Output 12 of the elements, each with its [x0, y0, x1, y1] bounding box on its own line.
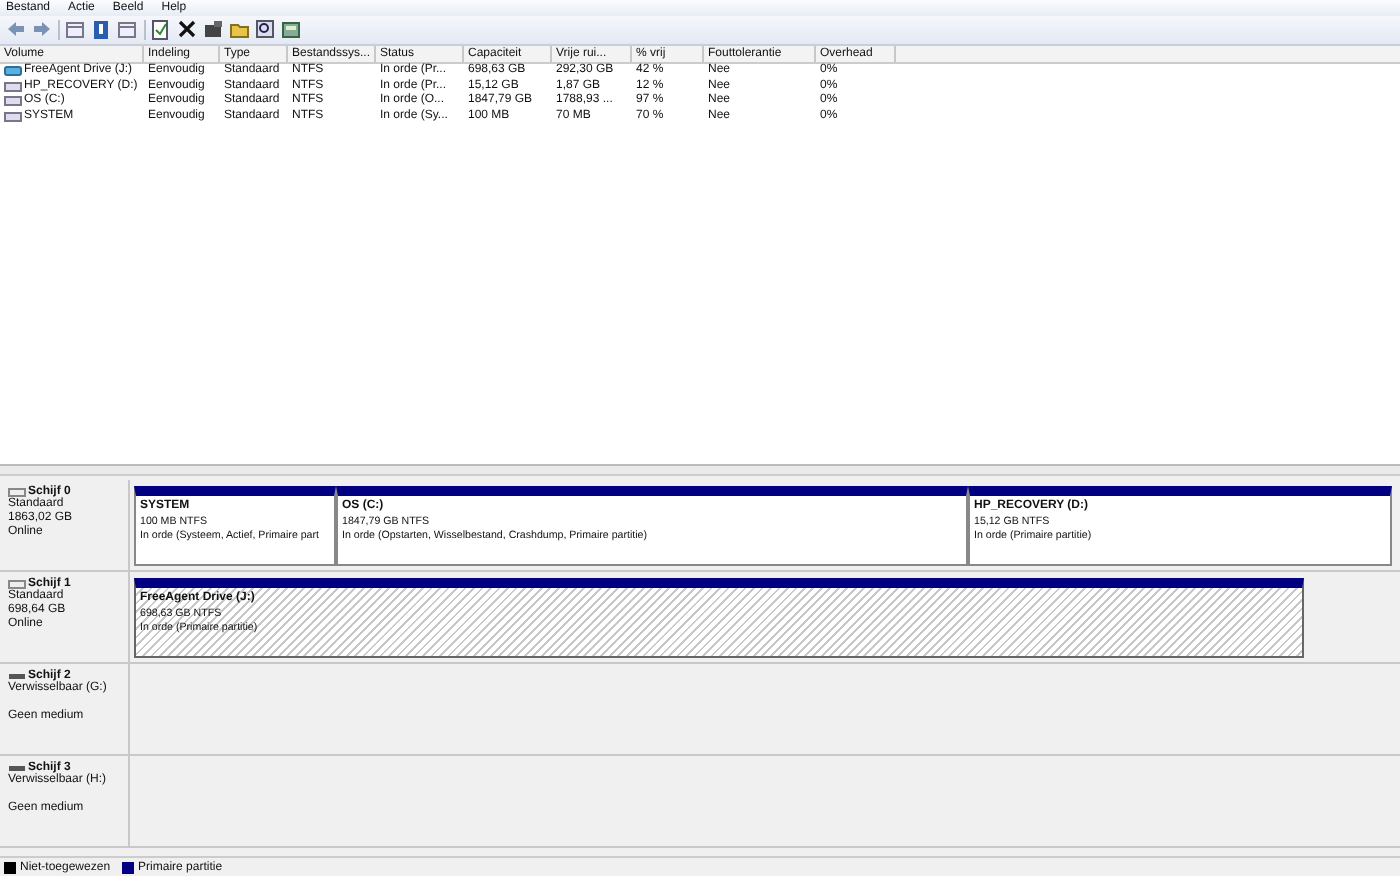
removable-drive-icon: [8, 763, 26, 773]
delete-icon[interactable]: [178, 20, 198, 40]
check-page-icon[interactable]: [152, 20, 172, 40]
magnifier-icon[interactable]: [256, 20, 276, 40]
disk-drive-icon: [8, 579, 26, 589]
back-arrow-icon[interactable]: [6, 20, 26, 40]
window-pane-icon[interactable]: [66, 20, 86, 40]
removable-drive-icon: [8, 671, 26, 681]
window-pane-icon[interactable]: [118, 20, 138, 40]
forward-arrow-icon[interactable]: [32, 20, 52, 40]
disk-drive-icon: [8, 487, 26, 497]
folder-icon[interactable]: [230, 20, 250, 40]
